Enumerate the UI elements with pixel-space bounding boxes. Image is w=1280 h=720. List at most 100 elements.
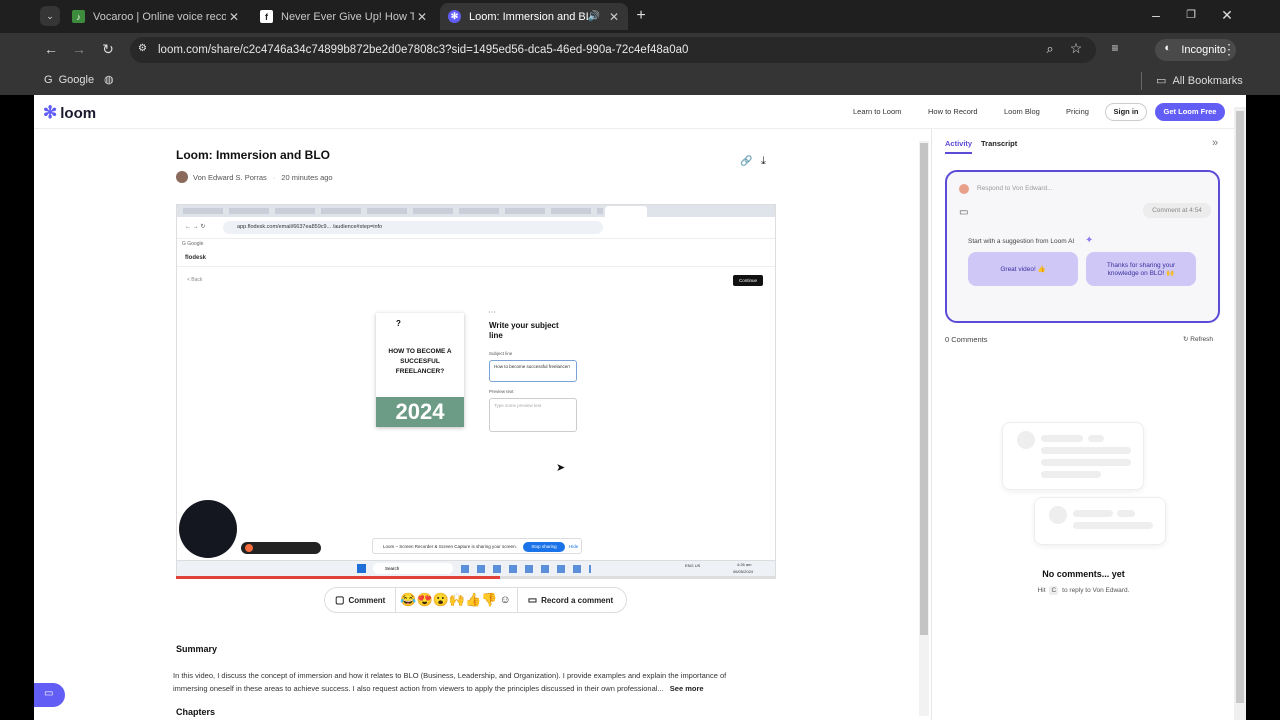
inner-share-banner: Loom – Screen Recorder & Screen Capture … — [372, 538, 582, 554]
tab-vocaroo[interactable]: ♪ Vocaroo | Online voice recorder ✕ — [64, 3, 248, 30]
refresh-icon: ↻ — [1183, 336, 1189, 343]
video-comment-icon[interactable]: ▭ — [959, 207, 968, 218]
media-control-icon[interactable]: ≡ — [1106, 41, 1124, 55]
new-tab-icon[interactable]: + — [632, 7, 650, 25]
video-time: 20 minutes ago — [281, 172, 333, 182]
logo-text: loom — [60, 104, 97, 122]
address-bar-row: ← → ↻ ⚙ loom.com/share/c2c4746a34c74899b… — [0, 33, 1280, 67]
google-label: Google — [58, 74, 95, 86]
tab-search-icon[interactable]: ⌄ — [40, 6, 60, 26]
download-icon[interactable]: ⤓ — [761, 155, 766, 168]
globe-icon[interactable]: ◍ — [104, 73, 114, 86]
empty-illustration-card — [1034, 497, 1166, 545]
camera-icon: ▭ — [527, 594, 538, 606]
incognito-icon: ◐ — [1164, 42, 1171, 54]
collapse-sidebar-icon[interactable]: » — [1212, 137, 1218, 149]
record-fab[interactable]: ▭ — [34, 683, 65, 707]
url-text: loom.com/share/c2c4746a34c74899b872be2d0… — [158, 44, 689, 56]
see-more-link[interactable]: See more — [670, 684, 704, 693]
minimize-icon[interactable]: – — [1147, 7, 1165, 23]
close-icon[interactable]: ✕ — [414, 10, 430, 24]
all-bookmarks[interactable]: ▭ All Bookmarks — [1156, 74, 1243, 87]
inner-book-cover: ? HOW TO BECOME A SUCCESFUL FREELANCER? … — [376, 313, 464, 427]
url-field[interactable]: ⚙ loom.com/share/c2c4746a34c74899b872be2… — [130, 37, 1096, 63]
author-line: Von Edward S. Porras · 20 minutes ago — [176, 171, 333, 183]
all-bookmarks-label: All Bookmarks — [1172, 75, 1243, 87]
tab-title: Never Ever Give Up! How To Be — [281, 10, 414, 23]
author-name[interactable]: Von Edward S. Porras — [193, 173, 267, 182]
video-player[interactable]: ← → ↻ app.flodesk.com/email/6637ea859c9.… — [176, 204, 776, 579]
back-icon[interactable]: ← — [42, 41, 60, 57]
add-emoji-icon[interactable]: ☺ — [499, 594, 510, 606]
nav-pricing[interactable]: Pricing — [1066, 107, 1089, 116]
restore-icon[interactable]: ❐ — [1182, 8, 1200, 21]
inner-subject-input: How to become successful freelancer! — [489, 360, 577, 382]
emoji-thumbs-down[interactable]: 👎 — [481, 592, 497, 608]
sign-in-button[interactable]: Sign in — [1105, 103, 1147, 121]
loom-page: ✻ loom Learn to Loom How to Record Loom … — [34, 95, 1246, 720]
emoji-joy[interactable]: 😂 — [400, 592, 416, 608]
summary-heading: Summary — [176, 644, 218, 654]
refresh-button[interactable]: ↻ Refresh — [1183, 335, 1213, 343]
loom-nav: ✻ loom Learn to Loom How to Record Loom … — [34, 95, 1246, 129]
google-bookmark[interactable]: G Google — [44, 74, 94, 86]
emoji-thumbs-up[interactable]: 👍 — [465, 592, 481, 608]
loom-icon: ✻ — [448, 10, 461, 23]
tab-loom[interactable]: ✻ Loom: Immersion and BLO 🔊 ✕ — [440, 3, 628, 30]
window-close-icon[interactable]: ✕ — [1218, 7, 1236, 24]
tab-strip: ⌄ ♪ Vocaroo | Online voice recorder ✕ f … — [0, 0, 1280, 33]
inner-address-bar: ← → ↻ app.flodesk.com/email/6637ea859c9.… — [177, 217, 775, 239]
copy-link-icon[interactable]: 🔗 — [740, 156, 752, 167]
speaker-icon[interactable]: 🔊 — [588, 11, 600, 22]
emoji-surprised[interactable]: 😮 — [433, 592, 449, 608]
suggestion-great-video[interactable]: Great video! 👍 — [968, 252, 1078, 286]
bookmark-star-icon[interactable]: ☆ — [1067, 40, 1085, 57]
site-info-icon[interactable]: ⚙ — [138, 43, 147, 54]
avatar — [176, 171, 188, 183]
browser-chrome: ⌄ ♪ Vocaroo | Online voice recorder ✕ f … — [0, 0, 1280, 95]
comment-at-button[interactable]: Comment at 4:54 — [1143, 203, 1211, 218]
facebook-icon: f — [260, 10, 273, 23]
google-icon: G — [44, 74, 53, 86]
video-progress[interactable] — [176, 576, 776, 579]
inner-continue: Continue — [733, 275, 763, 286]
inner-record-controls — [241, 542, 321, 554]
record-comment-button[interactable]: Record a comment — [541, 596, 613, 605]
tab-facebook[interactable]: f Never Ever Give Up! How To Be ✕ — [252, 3, 436, 30]
comment-button[interactable]: Comment — [348, 596, 385, 605]
emoji-raised-hands[interactable]: 🙌 — [449, 592, 465, 608]
loom-logo[interactable]: ✻ loom — [43, 103, 96, 123]
page-scrollbar[interactable] — [1234, 107, 1246, 720]
vocaroo-icon: ♪ — [72, 10, 85, 23]
comment-input[interactable]: Respond to Von Edward... — [977, 185, 1053, 192]
forward-icon[interactable]: → — [70, 41, 88, 57]
zoom-icon[interactable]: ⌕ — [1041, 41, 1059, 57]
reload-icon[interactable]: ↻ — [99, 41, 117, 58]
summary-text: In this video, I discuss the concept of … — [173, 669, 753, 695]
nav-learn-to-loom[interactable]: Learn to Loom — [853, 107, 901, 116]
ai-suggest-label: Start with a suggestion from Loom AI — [968, 238, 1075, 245]
suggestion-thanks[interactable]: Thanks for sharing your knowledge on BLO… — [1086, 252, 1196, 286]
tab-title: Vocaroo | Online voice recorder — [93, 10, 226, 23]
inner-back: < Back — [187, 277, 203, 283]
summary-body: In this video, I discuss the concept of … — [173, 671, 727, 693]
empty-illustration-card — [1002, 422, 1144, 490]
empty-title: No comments... yet — [1042, 569, 1125, 579]
menu-icon[interactable]: ⋮ — [1220, 41, 1238, 58]
inner-heading: Write your subject line — [489, 321, 559, 340]
close-icon[interactable]: ✕ — [226, 10, 242, 24]
comments-count: 0 Comments — [945, 335, 988, 344]
nav-how-to-record[interactable]: How to Record — [928, 107, 978, 116]
inner-brand: flodesk — [185, 255, 207, 261]
nav-loom-blog[interactable]: Loom Blog — [1004, 107, 1040, 116]
get-loom-free-button[interactable]: Get Loom Free — [1155, 103, 1225, 121]
inner-url: app.flodesk.com/email/6637ea859c9... /au… — [223, 221, 603, 234]
tab-title: Loom: Immersion and BLO — [469, 10, 588, 23]
main-scrollbar[interactable] — [919, 141, 929, 716]
emoji-heart-eyes[interactable]: 😍 — [417, 592, 433, 608]
tab-activity[interactable]: Activity — [945, 139, 972, 148]
close-icon[interactable]: ✕ — [606, 10, 622, 24]
tab-transcript[interactable]: Transcript — [981, 139, 1017, 148]
inner-taskbar: Search ENG US 4:26 am 06/05/2024 — [177, 560, 775, 577]
activity-sidebar: Activity Transcript » Respond to Von Edw… — [931, 129, 1234, 720]
